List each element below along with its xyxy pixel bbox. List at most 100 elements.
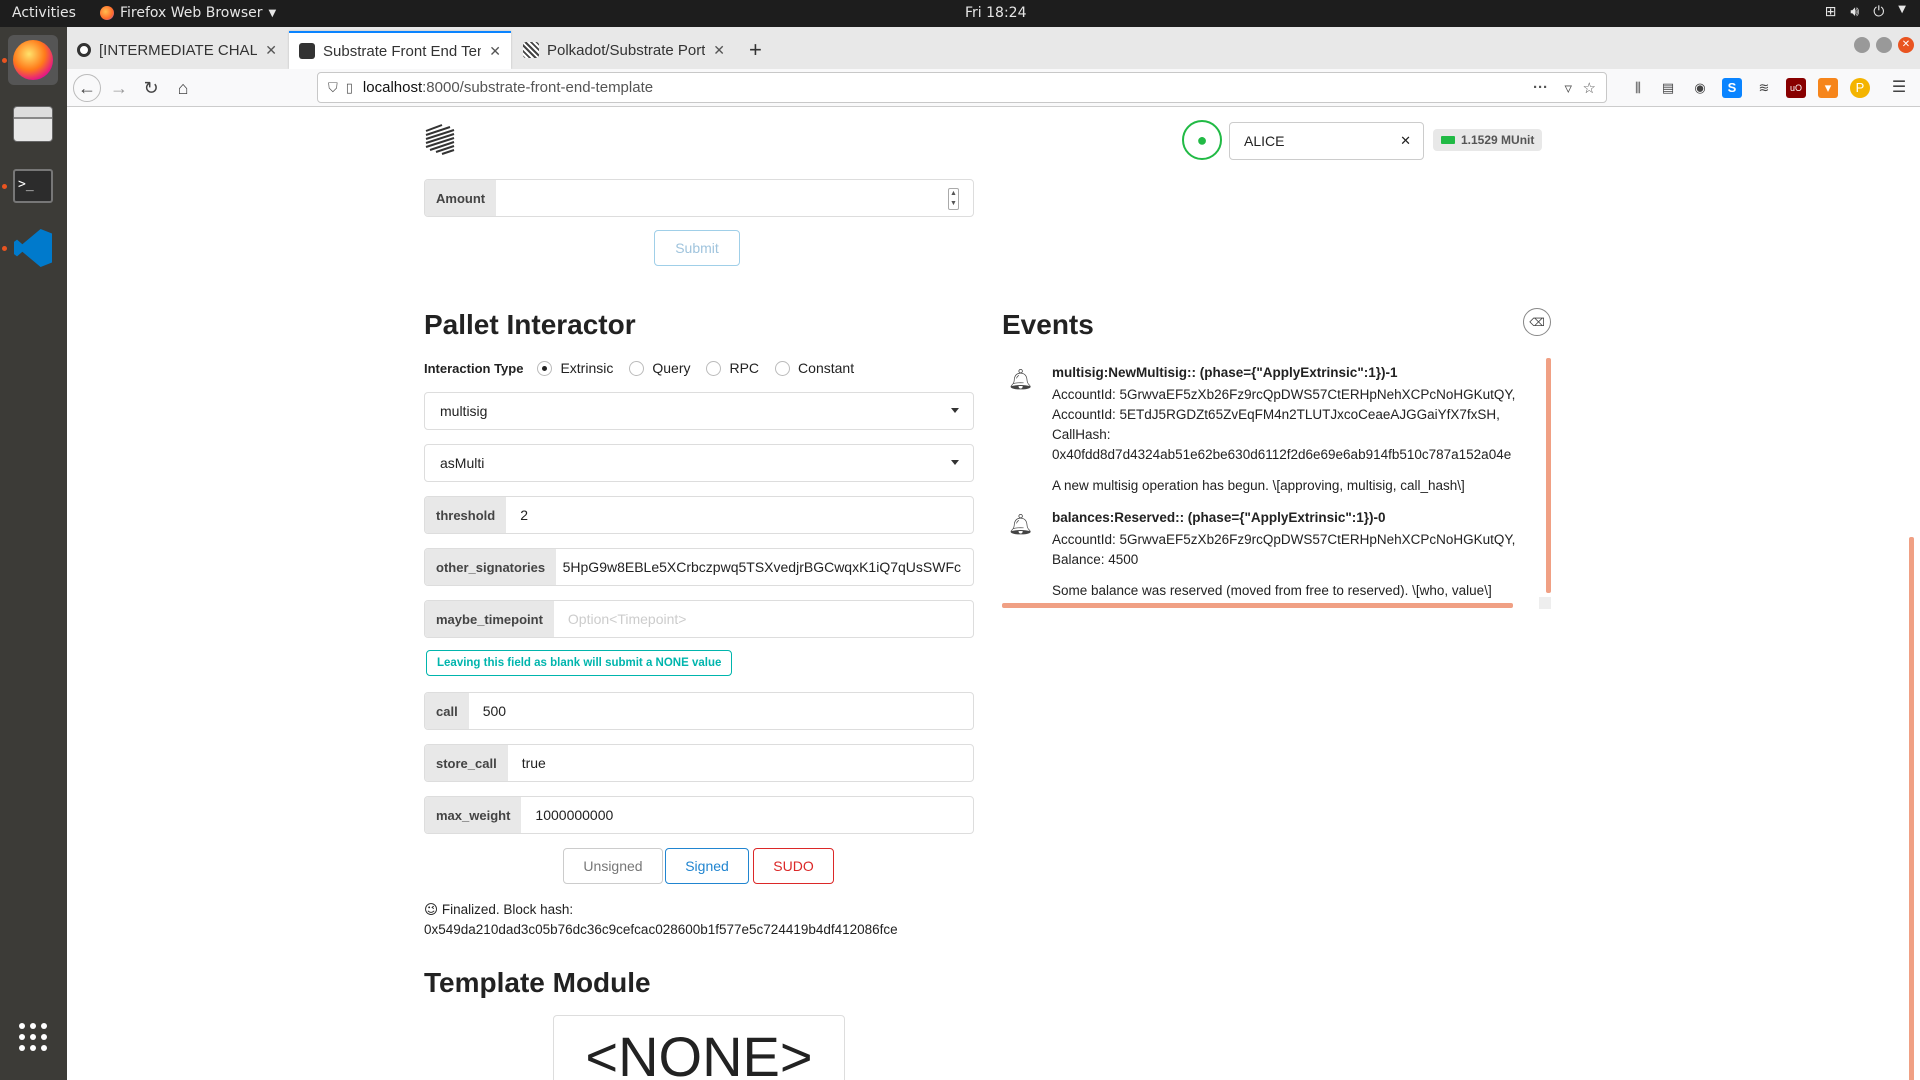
event-header: balances:Reserved:: (phase={"ApplyExtrin… xyxy=(1052,510,1386,525)
radio-constant[interactable]: Constant xyxy=(775,360,854,376)
show-apps-button[interactable] xyxy=(8,1012,58,1062)
dock-files[interactable] xyxy=(8,99,58,149)
events-horizontal-scrollbar[interactable] xyxy=(1002,603,1513,608)
substrate-logo[interactable] xyxy=(422,121,458,157)
home-button[interactable]: ⌂ xyxy=(171,76,195,100)
param-maybe-timepoint[interactable]: maybe_timepoint Option<Timepoint> xyxy=(424,600,974,638)
account-selector[interactable]: ALICE ✕ xyxy=(1229,122,1424,160)
event-data-line: 0x40fdd8d7d4324ab51e62be630d6112f2d6e69e… xyxy=(1052,447,1512,462)
app-menu-label: Firefox Web Browser xyxy=(120,5,263,21)
close-window-button[interactable]: ✕ xyxy=(1898,37,1914,53)
close-icon[interactable]: ✕ xyxy=(265,42,277,59)
radio-query[interactable]: Query xyxy=(629,360,690,376)
radio-extrinsic[interactable]: Extrinsic xyxy=(537,360,613,376)
minimize-button[interactable] xyxy=(1854,37,1870,53)
param-input-placeholder[interactable]: Option<Timepoint> xyxy=(554,601,973,637)
radio-label: Constant xyxy=(798,360,855,376)
event-data-line: Balance: 4500 xyxy=(1052,552,1139,567)
forward-button[interactable]: → xyxy=(107,76,131,100)
clear-icon[interactable]: ✕ xyxy=(1400,133,1411,149)
radio-label: Query xyxy=(652,360,691,376)
events-feed[interactable]: 🔔︎ multisig:NewMultisig:: (phase={"Apply… xyxy=(1002,357,1552,717)
template-module-value: <NONE> xyxy=(585,1025,813,1080)
param-input[interactable]: 500 xyxy=(469,693,973,729)
tab-substrate-front-end[interactable]: Substrate Front End Tem ✕ xyxy=(289,31,511,69)
window-controls: ✕ xyxy=(1854,37,1914,53)
radio-label: RPC xyxy=(729,360,760,376)
running-indicator xyxy=(2,184,7,189)
event-data-line: AccountId: 5GrwvaEF5zXb26Fz9rcQpDWS57CtE… xyxy=(1052,532,1516,547)
back-button[interactable]: ← xyxy=(73,74,101,102)
submit-button[interactable]: Submit xyxy=(654,230,740,266)
account-avatar[interactable]: ● xyxy=(1182,120,1222,160)
bookmark-star-icon[interactable]: ☆ xyxy=(1583,79,1596,97)
clock[interactable]: Fri 18:24 xyxy=(965,5,1026,21)
param-input[interactable]: 2 xyxy=(506,497,973,533)
sidebar-icon[interactable]: ▤ xyxy=(1658,78,1678,98)
activities-button[interactable]: Activities xyxy=(12,5,76,21)
signed-button[interactable]: Signed xyxy=(665,848,749,884)
event-header: multisig:NewMultisig:: (phase={"ApplyExt… xyxy=(1052,365,1398,380)
new-tab-button[interactable]: + xyxy=(739,31,775,69)
event-data: AccountId: 5GrwvaEF5zXb26Fz9rcQpDWS57CtE… xyxy=(1052,385,1515,465)
chevron-down-icon: ▼ xyxy=(268,7,277,19)
param-input[interactable]: 5HpG9w8EBLe5XCrbczpwq5TSXvedjrBGCwqxK1iQ… xyxy=(556,549,973,585)
extension-p-icon[interactable]: P xyxy=(1850,78,1870,98)
param-input[interactable]: true xyxy=(508,745,973,781)
more-icon[interactable]: ··· xyxy=(1533,79,1548,96)
dock-vscode[interactable] xyxy=(8,223,58,273)
ublock-icon[interactable]: uO xyxy=(1786,78,1806,98)
menu-icon[interactable]: ☰ xyxy=(1889,78,1909,98)
maximize-button[interactable] xyxy=(1876,37,1892,53)
erase-icon: ⌫ xyxy=(1529,316,1545,329)
dock-firefox[interactable] xyxy=(8,35,58,85)
tab-intermediate-challenge[interactable]: [INTERMEDIATE CHALLE ✕ xyxy=(67,31,287,69)
navigation-toolbar: ← → ↻ ⌂ ⛉ ▯ localhost:8000/substrate-fro… xyxy=(67,69,1920,107)
shield-icon[interactable]: ⛉ xyxy=(328,80,338,96)
close-icon[interactable]: ✕ xyxy=(489,43,501,60)
sudo-button[interactable]: SUDO xyxy=(753,848,834,884)
param-input[interactable]: 1000000000 xyxy=(521,797,973,833)
dock-terminal[interactable]: >_ xyxy=(8,161,58,211)
param-other-signatories[interactable]: other_signatories 5HpG9w8EBLe5XCrbczpwq5… xyxy=(424,548,974,586)
library-icon[interactable]: ⫼ xyxy=(1628,78,1648,98)
param-store-call[interactable]: store_call true xyxy=(424,744,974,782)
metamask-icon[interactable]: ▾ xyxy=(1818,78,1838,98)
pallet-select-value: multisig xyxy=(440,403,488,419)
reload-button[interactable]: ↻ xyxy=(139,76,163,100)
pallet-select[interactable]: multisig xyxy=(424,392,974,430)
radio-checked-icon xyxy=(537,360,553,376)
clear-events-button[interactable]: ⌫ xyxy=(1523,308,1551,336)
page-scrollbar[interactable] xyxy=(1909,537,1914,1080)
amount-input[interactable] xyxy=(496,180,973,216)
param-call[interactable]: call 500 xyxy=(424,692,974,730)
radio-rpc[interactable]: RPC xyxy=(706,360,759,376)
events-vertical-scrollbar[interactable] xyxy=(1546,358,1551,593)
tab-favicon xyxy=(77,43,91,57)
call-select[interactable]: asMulti xyxy=(424,444,974,482)
unsigned-button[interactable]: Unsigned xyxy=(563,848,663,884)
app-menu[interactable]: Firefox Web Browser ▼ xyxy=(100,5,276,21)
amount-field[interactable]: Amount ▲ ▼ xyxy=(424,179,974,217)
block-hash: 0x549da210dad3c05b76dc36c9cefcac028600b1… xyxy=(424,922,898,937)
firefox-icon xyxy=(100,6,114,20)
system-top-bar: Activities Firefox Web Browser ▼ Fri 18:… xyxy=(0,0,1920,27)
param-max-weight[interactable]: max_weight 1000000000 xyxy=(424,796,974,834)
tab-polkadot-portal[interactable]: Polkadot/Substrate Port ✕ xyxy=(513,31,735,69)
pocket-icon[interactable]: ▿ xyxy=(1564,79,1572,97)
url-bar[interactable]: ⛉ ▯ localhost:8000/substrate-front-end-t… xyxy=(317,72,1607,103)
param-threshold[interactable]: threshold 2 xyxy=(424,496,974,534)
number-spinner-icon[interactable]: ▲ ▼ xyxy=(948,188,959,210)
radio-unchecked-icon xyxy=(775,360,791,376)
template-module-title: Template Module xyxy=(424,967,651,998)
tab-favicon xyxy=(523,42,539,58)
close-icon[interactable]: ✕ xyxy=(713,42,725,59)
account-icon[interactable]: ◉ xyxy=(1690,78,1710,98)
extension-wave-icon[interactable]: ≋ xyxy=(1754,78,1774,98)
event-data-line: CallHash: xyxy=(1052,427,1111,442)
system-tray[interactable]: ⊞ 🔊︎ ⏻ ▼ xyxy=(1825,4,1906,20)
launcher-dock: >_ xyxy=(0,27,67,1080)
extension-s-icon[interactable]: S xyxy=(1722,78,1742,98)
event-description: A new multisig operation has begun. \[ap… xyxy=(1052,478,1465,493)
event-description: Some balance was reserved (moved from fr… xyxy=(1052,583,1492,598)
